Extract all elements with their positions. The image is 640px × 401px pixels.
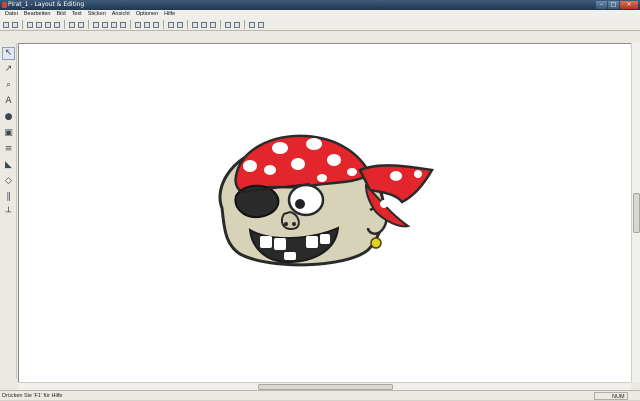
- toolbar-separator: [22, 20, 23, 29]
- status-bar: Drücken Sie 'F1' für Hilfe NUM: [0, 390, 640, 400]
- menu-ansicht[interactable]: Ansicht: [109, 10, 133, 19]
- toolbar-separator: [163, 20, 164, 29]
- earring-icon: [370, 237, 382, 249]
- pirate-eye: [287, 183, 325, 217]
- print-icon[interactable]: [44, 21, 52, 29]
- line-icon[interactable]: ◇: [2, 175, 15, 188]
- flip-icon[interactable]: [134, 21, 142, 29]
- design-icon[interactable]: [248, 21, 256, 29]
- app-window: Pirat_1 - Layout & Editing – □ × Datei B…: [0, 0, 640, 400]
- preview-icon[interactable]: [224, 21, 232, 29]
- maximize-icon[interactable]: □: [608, 1, 619, 9]
- vertical-scroll-thumb[interactable]: [633, 193, 640, 233]
- num-lock-indicator: NUM: [594, 392, 628, 400]
- undo-icon[interactable]: [68, 21, 76, 29]
- pirate-pupil: [295, 199, 305, 209]
- stitch-icon[interactable]: ≡: [2, 143, 15, 156]
- toolbar-separator: [88, 20, 89, 29]
- ruler-area: [18, 31, 640, 43]
- toolbar: [0, 19, 640, 31]
- redo-icon[interactable]: [77, 21, 85, 29]
- zoom-icon[interactable]: ⌕: [2, 79, 15, 92]
- ruler-icon[interactable]: ∥: [2, 191, 15, 204]
- text-icon[interactable]: [191, 21, 199, 29]
- cut-icon[interactable]: [92, 21, 100, 29]
- layer-icon[interactable]: ▣: [2, 127, 15, 140]
- new-icon[interactable]: [2, 21, 10, 29]
- menu-bearbeiten[interactable]: Bearbeiten: [21, 10, 54, 19]
- menu-optionen[interactable]: Optionen: [133, 10, 161, 19]
- vertical-scrollbar[interactable]: [631, 43, 640, 382]
- shape-tool-icon[interactable]: ●: [2, 111, 15, 124]
- menu-hilfe[interactable]: Hilfe: [161, 10, 178, 19]
- toolbar-separator: [220, 20, 221, 29]
- close-icon[interactable]: ×: [620, 1, 638, 9]
- delete-icon[interactable]: [119, 21, 127, 29]
- menu-bar: Datei Bearbeiten Bild Text Sticken Ansic…: [0, 10, 640, 19]
- window-controls: – □ ×: [596, 1, 638, 9]
- title-bar[interactable]: Pirat_1 - Layout & Editing – □ ×: [0, 0, 640, 10]
- menu-sticken[interactable]: Sticken: [85, 10, 109, 19]
- menu-datei[interactable]: Datei: [2, 10, 21, 19]
- toolbar-separator: [244, 20, 245, 29]
- wizard-icon[interactable]: [209, 21, 217, 29]
- toolbar-separator: [187, 20, 188, 29]
- pirate-embroidery-design[interactable]: [210, 132, 436, 270]
- copy-icon[interactable]: [101, 21, 109, 29]
- select-icon[interactable]: ↖: [2, 47, 15, 60]
- horizontal-scrollbar[interactable]: [18, 382, 631, 390]
- app-icon: [2, 2, 7, 8]
- view-icon[interactable]: [233, 21, 241, 29]
- open-icon[interactable]: [11, 21, 19, 29]
- arrange-icon[interactable]: [200, 21, 208, 29]
- pirate-nose: [280, 210, 300, 230]
- grid-icon[interactable]: [167, 21, 175, 29]
- zoom-fit-icon[interactable]: [257, 21, 265, 29]
- menu-text[interactable]: Text: [69, 10, 85, 19]
- toolbar-separator: [64, 20, 65, 29]
- text-tool-icon[interactable]: A: [2, 95, 15, 108]
- toolbar-separator: [130, 20, 131, 29]
- save-all-icon[interactable]: [35, 21, 43, 29]
- window-title: Pirat_1 - Layout & Editing: [8, 1, 85, 8]
- save-icon[interactable]: [26, 21, 34, 29]
- rotate-icon[interactable]: [143, 21, 151, 29]
- print-preview-icon[interactable]: [53, 21, 61, 29]
- tool-palette: ↖ ↗ ⌕ A ● ▣ ≡ ◣ ◇ ∥ ┴: [0, 43, 17, 379]
- fill-icon[interactable]: ◣: [2, 159, 15, 172]
- paste-icon[interactable]: [110, 21, 118, 29]
- align-icon[interactable]: [176, 21, 184, 29]
- minimize-icon[interactable]: –: [596, 1, 607, 9]
- menu-bild[interactable]: Bild: [53, 10, 68, 19]
- sew-icon[interactable]: ┴: [2, 207, 15, 220]
- point-edit-icon[interactable]: ↗: [2, 63, 15, 76]
- transform-icon[interactable]: [152, 21, 160, 29]
